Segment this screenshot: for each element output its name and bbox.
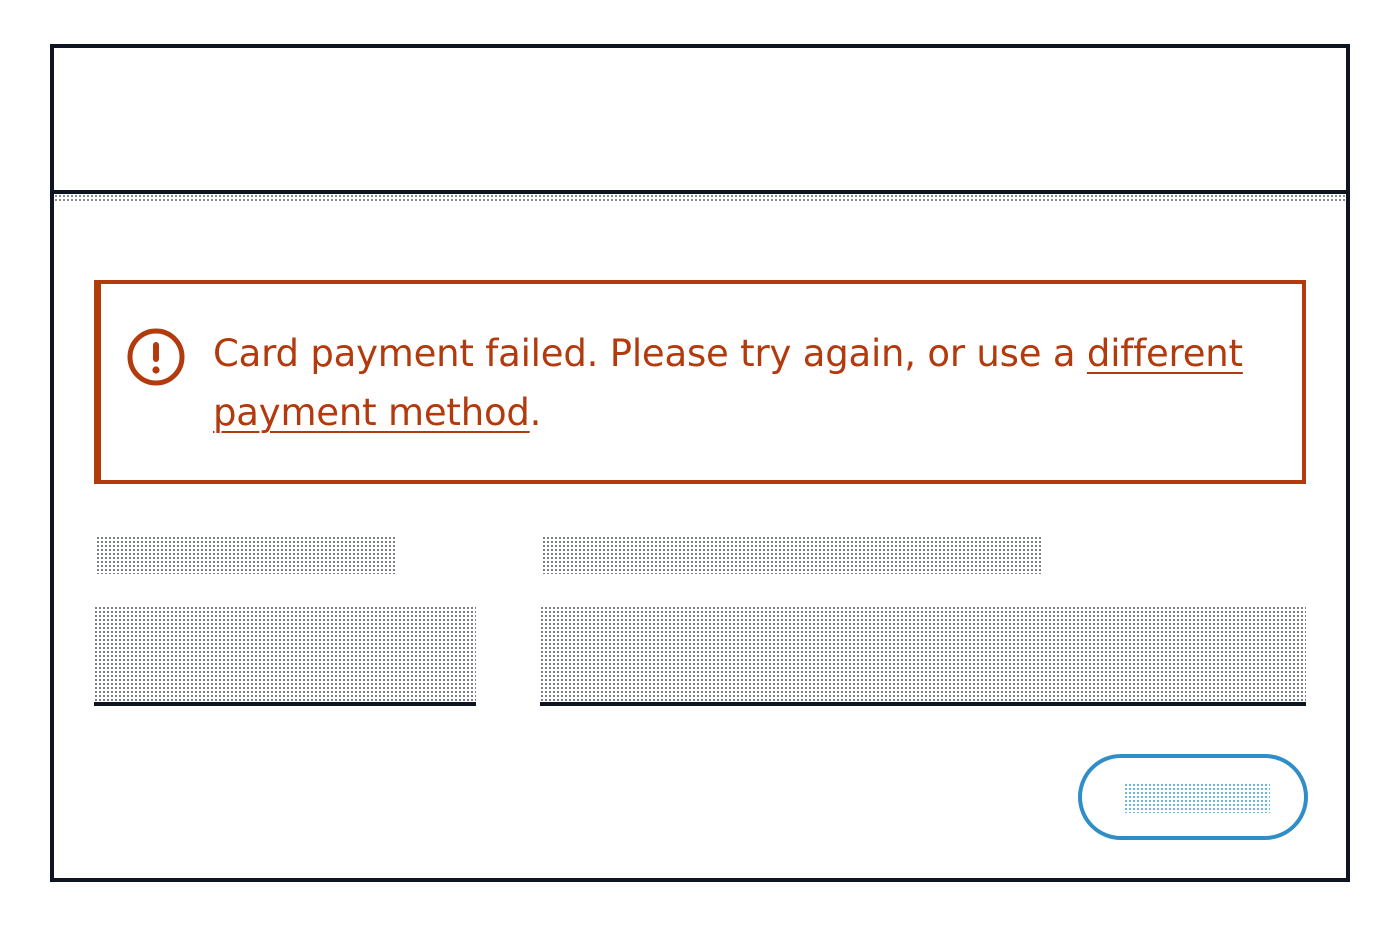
header-divider xyxy=(54,194,1346,202)
field-label-placeholder xyxy=(542,536,1042,574)
error-message-suffix: . xyxy=(529,391,542,434)
error-alert: Card payment failed. Please try again, o… xyxy=(94,280,1306,484)
panel-header xyxy=(54,48,1346,194)
submit-button[interactable] xyxy=(1078,754,1308,840)
error-message: Card payment failed. Please try again, o… xyxy=(213,324,1273,442)
input-field[interactable] xyxy=(540,606,1306,706)
button-label-placeholder xyxy=(1124,783,1270,813)
input-field[interactable] xyxy=(94,606,476,706)
payment-panel: Card payment failed. Please try again, o… xyxy=(50,44,1350,882)
field-label-placeholder xyxy=(96,536,396,574)
alert-circle-icon xyxy=(127,328,185,386)
error-message-text: Card payment failed. Please try again, o… xyxy=(213,332,1087,375)
